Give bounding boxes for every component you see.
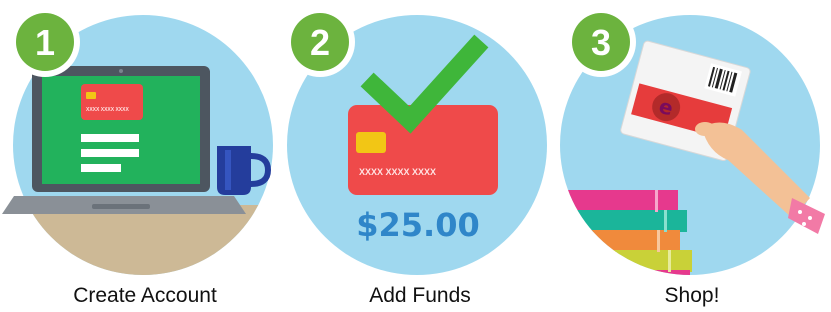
step-2-number: 2	[310, 22, 330, 63]
desk	[13, 205, 273, 275]
step-1-badge: 1	[10, 7, 80, 77]
steps-infographic: XXXX XXXX XXXX 1 XXXX XXXX XXXX $25.00 2…	[0, 0, 831, 312]
amount-label: $25.00	[356, 206, 479, 244]
step-1-number: 1	[35, 22, 55, 63]
step-2-badge: 2	[285, 7, 355, 77]
card-number: XXXX XXXX XXXX	[359, 167, 436, 177]
step-2-illustration: XXXX XXXX XXXX $25.00 2	[285, 7, 547, 275]
step-3-illustration: e 3	[560, 7, 825, 275]
step-3-label: Shop!	[664, 284, 720, 307]
step-1-label: Create Account	[73, 284, 217, 307]
books-icon	[560, 190, 692, 275]
screen-card-number: XXXX XXXX XXXX	[86, 107, 129, 113]
screen-card-icon	[81, 84, 143, 120]
step-3-number: 3	[591, 22, 611, 63]
step-2-label: Add Funds	[369, 284, 471, 307]
step-3-badge: 3	[566, 7, 636, 77]
step-1-illustration: XXXX XXXX XXXX 1	[2, 7, 273, 275]
